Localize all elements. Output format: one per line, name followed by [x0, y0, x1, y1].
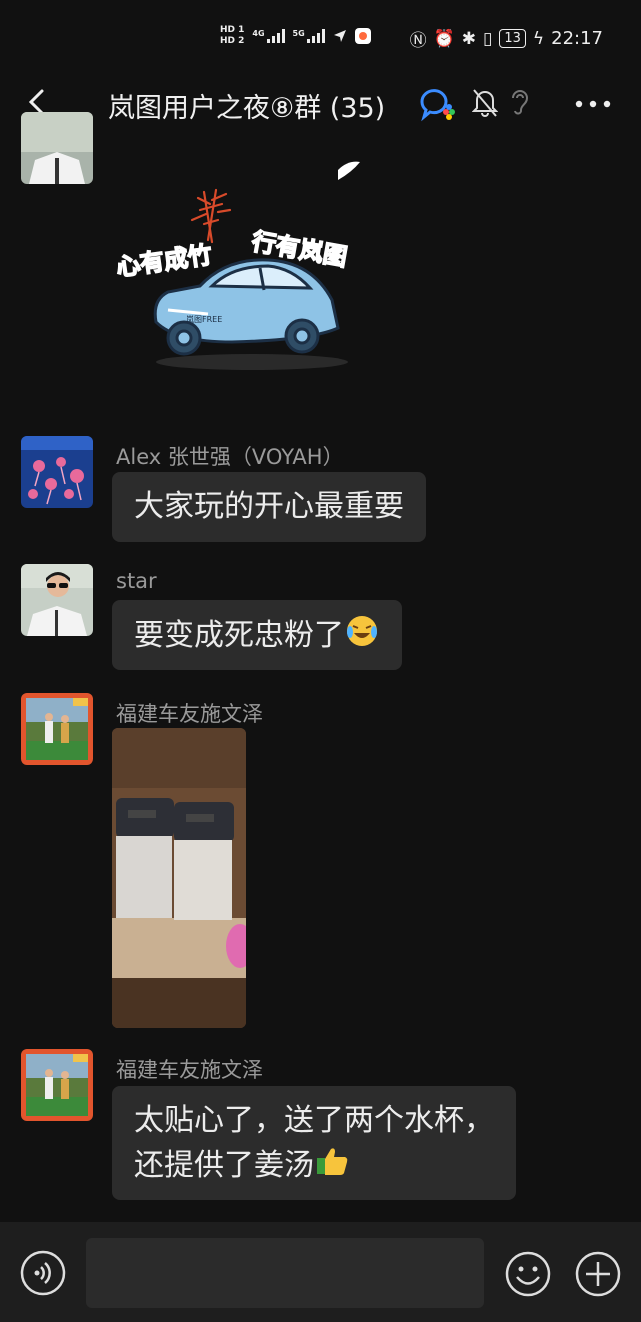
sticker-text-left: 心有成竹 [115, 241, 214, 282]
avatar-fujian[interactable] [21, 1049, 93, 1121]
bluetooth-icon: ✱ [461, 28, 476, 49]
avatar-star-partial[interactable] [21, 112, 93, 184]
battery-level: 13 [499, 29, 526, 48]
hd1-label: HD 1 [220, 25, 245, 35]
hd-indicator: HD 1 HD 2 [220, 25, 244, 47]
message-bubble[interactable]: 大家玩的开心最重要 [112, 472, 426, 542]
signal-1: 4G [252, 29, 285, 43]
sticker-image[interactable]: 岚图FREE 心有成竹 行有岚图 [112, 150, 382, 390]
avatar-star[interactable] [21, 564, 93, 636]
message-text: 大家玩的开心最重要 [134, 489, 404, 524]
chat-header: 岚图用户之夜⑧群 (35) [0, 72, 641, 134]
sender-name: 福建车友施文泽 [116, 1058, 263, 1082]
signal-bars-icon [306, 29, 325, 43]
avatar-fujian[interactable] [21, 693, 93, 765]
clock: 22:17 [551, 28, 603, 49]
signal-2: 5G [293, 29, 325, 43]
ear-icon [512, 90, 529, 115]
more-options-icon[interactable] [573, 86, 613, 120]
network-type-1: 4G [252, 29, 265, 38]
location-arrow-icon [333, 30, 346, 42]
nfc-icon: Ⓝ [409, 31, 427, 51]
voice-input-icon[interactable] [20, 1250, 66, 1296]
sender-name: star [116, 569, 157, 593]
avatar-alex[interactable] [21, 436, 93, 508]
mute-bell-icon [472, 89, 498, 117]
charging-icon: ϟ [532, 28, 545, 49]
add-attachment-icon[interactable] [574, 1250, 622, 1298]
sender-name: 福建车友施文泽 [116, 702, 263, 726]
thumbs-up-emoji-icon [317, 1148, 348, 1175]
message-text-line1: 太贴心了，送了两个水杯， [134, 1103, 494, 1138]
message-bubble[interactable]: 要变成死忠粉了 [112, 600, 402, 670]
message-input[interactable] [86, 1238, 484, 1308]
laughing-crying-emoji-icon [347, 616, 377, 646]
sticker-car-badge: 岚图FREE [186, 315, 222, 324]
status-bar: HD 1 HD 2 4G 5G Ⓝ ⏰ ✱ ▯ 13 ϟ 22:17 [0, 0, 641, 72]
message-text: 要变成死忠粉了 [134, 618, 344, 653]
emoji-picker-icon[interactable] [504, 1250, 552, 1298]
vibrate-icon: ▯ [483, 28, 493, 49]
car-drawing [153, 258, 340, 356]
input-bar [0, 1222, 641, 1322]
hd2-label: HD 2 [220, 36, 245, 46]
signal-bars-icon [266, 29, 285, 43]
alarm-icon: ⏰ [433, 28, 455, 49]
network-type-2: 5G [292, 29, 305, 38]
group-chat-badge-icon [420, 89, 455, 122]
message-text-line2: 还提供了姜汤 [134, 1148, 314, 1183]
chat-title: 岚图用户之夜⑧群 (35) [108, 93, 386, 124]
message-bubble[interactable]: 太贴心了，送了两个水杯， 还提供了姜汤 [112, 1086, 516, 1200]
message-image[interactable] [112, 728, 246, 1028]
app-notification-icon [354, 28, 371, 44]
sender-name: Alex 张世强（VOYAH） [116, 445, 344, 469]
